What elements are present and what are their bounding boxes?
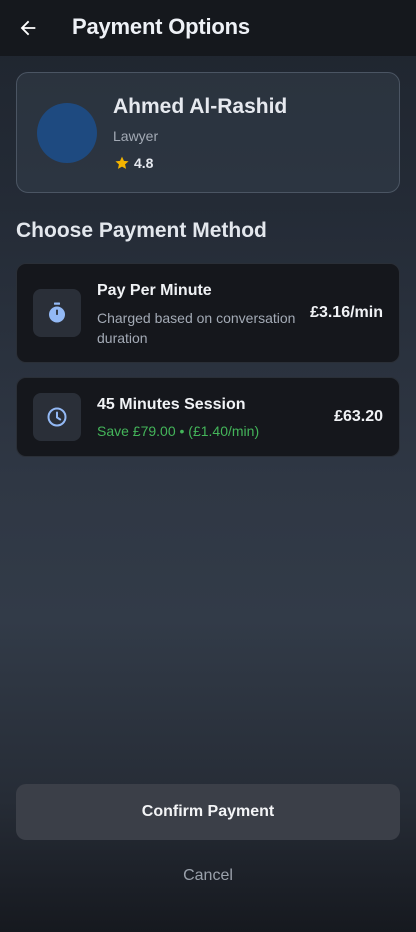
section-title: Choose Payment Method: [16, 219, 267, 242]
profile-role: Lawyer: [113, 128, 159, 144]
clock-icon: [47, 407, 67, 427]
app-bar: Payment Options: [0, 0, 416, 56]
back-button[interactable]: [14, 14, 42, 42]
cancel-button[interactable]: Cancel: [158, 862, 258, 890]
option-icon-box: [33, 393, 81, 441]
stopwatch-icon: [49, 302, 65, 323]
payment-option-session[interactable]: 45 Minutes Session Save £79.00 • (£1.40/…: [16, 377, 400, 457]
option-title: 45 Minutes Session: [97, 396, 246, 413]
rating-value: 4.8: [134, 155, 154, 171]
avatar: [37, 103, 97, 163]
page-title: Payment Options: [72, 14, 250, 39]
option-description: Charged based on conversation duration: [97, 310, 296, 346]
rating: 4.8: [114, 155, 153, 171]
confirm-payment-button[interactable]: Confirm Payment: [16, 784, 400, 840]
profile-name: Ahmed Al-Rashid: [113, 95, 288, 118]
option-price: £63.20: [334, 408, 383, 425]
option-title: Pay Per Minute: [97, 282, 212, 299]
arrow-left-icon: [20, 20, 36, 36]
payment-option-per-minute[interactable]: Pay Per Minute Charged based on conversa…: [16, 263, 400, 363]
option-price: £3.16/min: [310, 304, 383, 321]
star-icon: [115, 156, 129, 169]
profile-card: Ahmed Al-Rashid Lawyer 4.8: [16, 72, 400, 193]
option-icon-box: [33, 289, 81, 337]
option-savings: Save £79.00 • (£1.40/min): [97, 423, 260, 439]
